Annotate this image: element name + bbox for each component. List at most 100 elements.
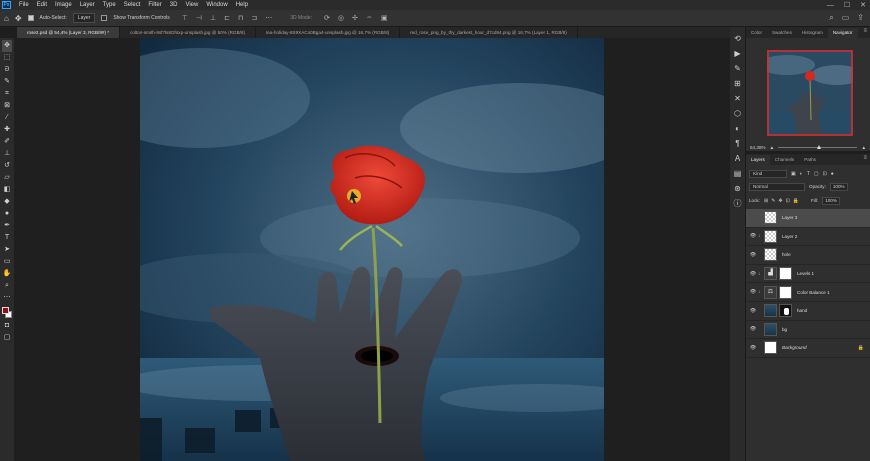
layer-mask-thumbnail[interactable] bbox=[779, 285, 792, 299]
visibility-eye-icon[interactable]: 👁 bbox=[748, 289, 758, 295]
layer-row[interactable]: 👁 ↓ ▟ Levels 1 bbox=[746, 265, 870, 284]
lock-pixels-icon[interactable]: ✎ bbox=[771, 198, 775, 204]
blend-mode-dropdown[interactable]: Normal bbox=[749, 182, 805, 191]
fill-input[interactable]: 100% bbox=[822, 196, 840, 205]
layers-panel-menu-icon[interactable]: ≡ bbox=[863, 155, 867, 161]
lock-position-icon[interactable]: ✥ bbox=[778, 198, 782, 204]
marquee-tool-icon[interactable]: ⬚ bbox=[2, 52, 12, 64]
auto-select-target-dropdown[interactable]: Layer bbox=[72, 13, 96, 23]
actions-icon[interactable]: ▶ bbox=[733, 48, 743, 60]
menu-edit[interactable]: Edit bbox=[33, 2, 51, 8]
minimize-icon[interactable]: — bbox=[827, 2, 834, 9]
document-tab[interactable]: tea-holiday-8S9XACo0Bga4-unsplash.jpg @ … bbox=[256, 27, 401, 38]
layer-thumbnail[interactable] bbox=[764, 211, 777, 225]
clone-source-icon[interactable]: ⊛ bbox=[733, 183, 743, 195]
type-tool-icon[interactable]: T bbox=[2, 232, 12, 244]
glyphs-icon[interactable]: ¶ bbox=[733, 138, 743, 150]
auto-select-checkbox[interactable] bbox=[27, 15, 34, 21]
menu-layer[interactable]: Layer bbox=[76, 2, 99, 8]
eyedropper-tool-icon[interactable]: ⁄ bbox=[2, 112, 12, 124]
more-tools-icon[interactable]: ⋯ bbox=[2, 292, 12, 304]
tab-layers[interactable]: Layers bbox=[746, 155, 770, 165]
shape-filter-icon[interactable]: ▢ bbox=[814, 171, 819, 177]
blur-tool-icon[interactable]: ◆ bbox=[2, 196, 12, 208]
layer-thumbnail[interactable]: ▟ bbox=[764, 267, 777, 281]
distribute-icon[interactable]: ⋯ bbox=[265, 14, 272, 22]
zoom-slider[interactable] bbox=[778, 144, 858, 149]
screen-mode-icon[interactable]: ▢ bbox=[2, 332, 12, 344]
type-filter-icon[interactable]: T bbox=[807, 171, 810, 177]
hand-tool-icon[interactable]: ✋ bbox=[2, 268, 12, 280]
dodge-tool-icon[interactable]: ● bbox=[2, 208, 12, 220]
visibility-eye-icon[interactable]: 👁 bbox=[748, 345, 758, 351]
navigator-thumbnail[interactable] bbox=[767, 50, 853, 136]
move-tool-icon[interactable]: ✥ bbox=[2, 40, 12, 52]
tab-color[interactable]: Color bbox=[746, 28, 767, 38]
properties-icon[interactable]: ⊞ bbox=[733, 78, 743, 90]
layer-row[interactable]: 👁 bg bbox=[746, 321, 870, 340]
tab-histogram[interactable]: Histogram bbox=[797, 28, 828, 38]
align-top-icon[interactable]: ⊤ bbox=[182, 14, 188, 22]
menu-image[interactable]: Image bbox=[51, 2, 76, 8]
zoom-tool-icon[interactable]: ⌕ bbox=[2, 280, 12, 292]
visibility-eye-icon[interactable]: 👁 bbox=[748, 326, 758, 332]
panel-menu-icon[interactable]: ≡ bbox=[863, 28, 867, 34]
document-tab[interactable]: rose2.psd @ 54,4% (Layer 3, RGB/8#) * bbox=[17, 27, 121, 38]
pen-tool-icon[interactable]: ✒ bbox=[2, 220, 12, 232]
crop-tool-icon[interactable]: ⌗ bbox=[2, 88, 12, 100]
visibility-eye-icon[interactable]: 👁 bbox=[748, 233, 758, 239]
brush-settings-icon[interactable]: ✎ bbox=[733, 63, 743, 75]
quick-mask-icon[interactable]: ◘ bbox=[2, 320, 12, 332]
visibility-eye-icon[interactable]: 👁 bbox=[748, 271, 758, 277]
share-icon[interactable]: ⇪ bbox=[857, 13, 864, 23]
color-swatches[interactable] bbox=[1, 306, 13, 320]
layer-thumbnail[interactable]: ⚖ bbox=[764, 285, 777, 299]
layer-mask-thumbnail[interactable] bbox=[779, 267, 792, 281]
document-tab[interactable]: colton-smith-8sf7ls8Ohtxp-unsplash.jpg @… bbox=[120, 27, 256, 38]
path-select-tool-icon[interactable]: ➤ bbox=[2, 244, 12, 256]
transform-controls-checkbox[interactable] bbox=[101, 15, 108, 21]
menu-view[interactable]: View bbox=[181, 2, 202, 8]
menu-select[interactable]: Select bbox=[120, 2, 145, 8]
3d-roll-icon[interactable]: ◎ bbox=[338, 14, 344, 22]
layer-row[interactable]: 👁 hole bbox=[746, 246, 870, 265]
visibility-eye-icon[interactable]: 👁 bbox=[748, 215, 758, 221]
rectangle-tool-icon[interactable]: ▭ bbox=[2, 256, 12, 268]
kind-filter-dropdown[interactable]: Kind bbox=[749, 169, 787, 178]
brush-tool-icon[interactable]: ✐ bbox=[2, 136, 12, 148]
tab-navigator[interactable]: Navigator bbox=[827, 28, 858, 38]
3d-orbit-icon[interactable]: ⟳ bbox=[324, 14, 330, 22]
layer-row[interactable]: 👁 Layer 3 bbox=[746, 209, 870, 228]
layer-row[interactable]: 👁 ↓ Layer 2 bbox=[746, 228, 870, 247]
adjustments-icon[interactable]: ◐ bbox=[733, 123, 743, 135]
3d-slide-icon[interactable]: ⇔ bbox=[366, 14, 373, 22]
gradient-tool-icon[interactable]: ◧ bbox=[2, 184, 12, 196]
lock-transparent-icon[interactable]: ⊞ bbox=[764, 198, 768, 204]
workspace-icon[interactable]: ▭ bbox=[842, 13, 850, 23]
document-tab[interactable]: red_rose_png_by_thy_darkest_hour_d7cd64.… bbox=[400, 27, 578, 38]
align-left-icon[interactable]: ⊏ bbox=[224, 14, 230, 22]
layer-row[interactable]: 👁 hand bbox=[746, 302, 870, 321]
3d-pan-icon[interactable]: ✢ bbox=[352, 14, 358, 22]
adjustment-filter-icon[interactable]: ◐ bbox=[800, 171, 803, 177]
layer-row[interactable]: 👁 Background 🔒 bbox=[746, 339, 870, 358]
clone-stamp-tool-icon[interactable]: ⊥ bbox=[2, 148, 12, 160]
close-icon[interactable]: ✕ bbox=[860, 1, 866, 9]
info-icon[interactable]: ⓘ bbox=[733, 198, 743, 210]
align-center-icon[interactable]: ⊓ bbox=[238, 14, 243, 22]
zoom-slider-knob[interactable] bbox=[817, 144, 821, 149]
maximize-icon[interactable]: ☐ bbox=[844, 1, 850, 9]
navigator-zoom-value[interactable]: 54,38% bbox=[750, 145, 766, 150]
layer-thumbnail[interactable] bbox=[764, 341, 777, 355]
visibility-eye-icon[interactable]: 👁 bbox=[748, 252, 758, 258]
zoom-in-icon[interactable]: ▲ bbox=[861, 145, 866, 150]
eraser-tool-icon[interactable]: ▱ bbox=[2, 172, 12, 184]
menu-window[interactable]: Window bbox=[202, 2, 231, 8]
layer-thumbnail[interactable] bbox=[764, 229, 777, 243]
layer-thumbnail[interactable] bbox=[764, 248, 777, 262]
align-right-icon[interactable]: ⊐ bbox=[251, 14, 257, 22]
document-canvas[interactable] bbox=[140, 38, 604, 461]
align-bottom-icon[interactable]: ⊥ bbox=[210, 14, 216, 22]
lock-all-icon[interactable]: 🔒 bbox=[793, 198, 799, 204]
visibility-eye-icon[interactable]: 👁 bbox=[748, 308, 758, 314]
